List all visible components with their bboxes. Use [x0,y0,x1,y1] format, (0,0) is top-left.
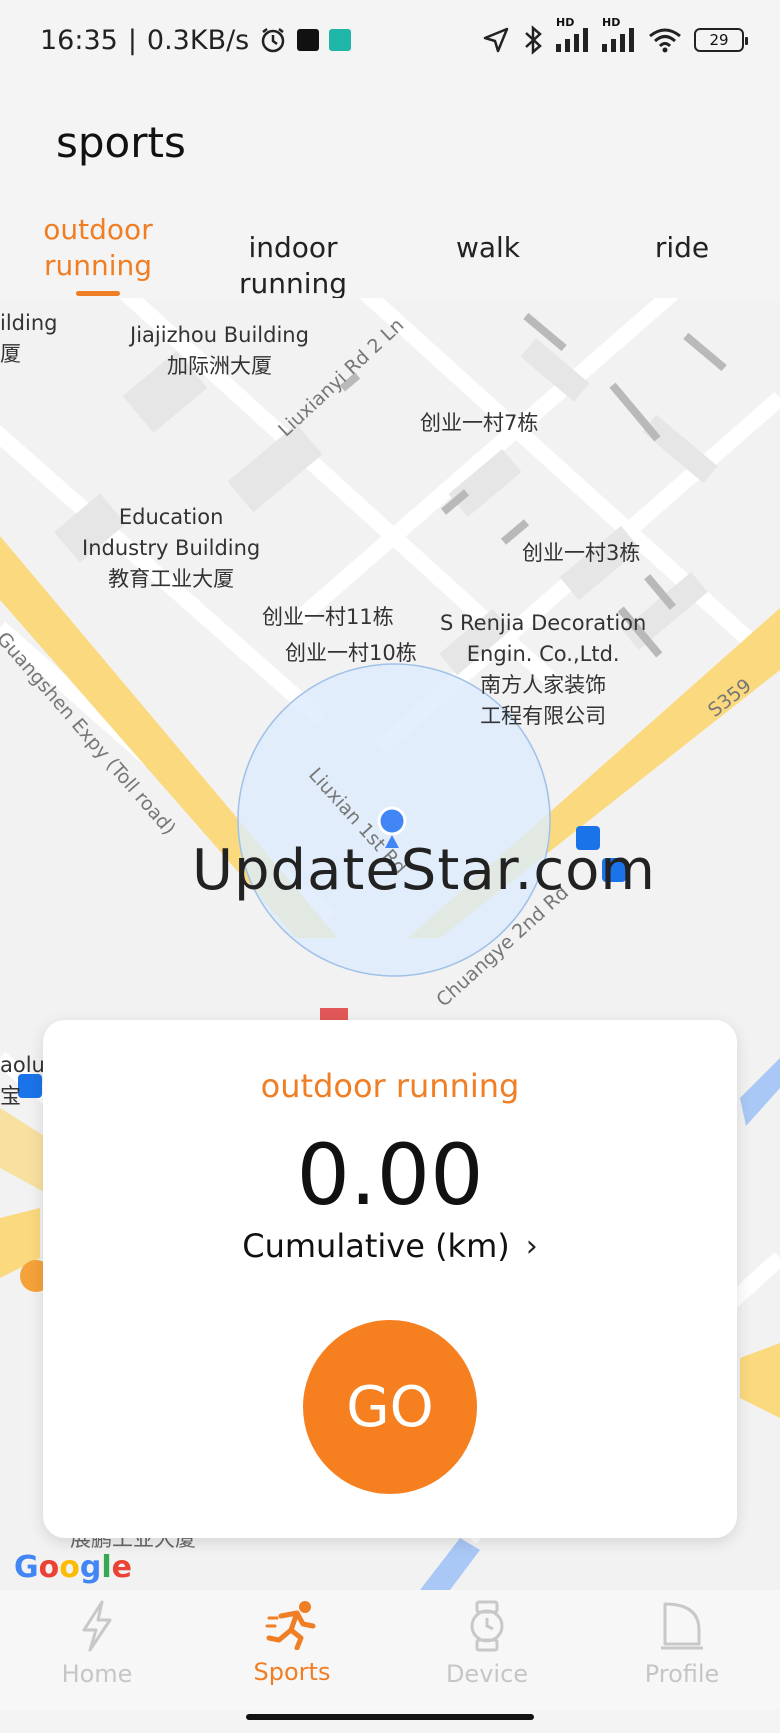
signal-icon [556,28,588,52]
status-bar: 16:35 | 0.3KB/s HD HD 29 [0,0,780,80]
alarm-icon [262,28,285,53]
map-label-building-left: ilding 厦 [0,311,58,366]
bluetooth-icon [525,25,542,55]
wifi-icon [649,28,681,53]
hd-badge-1: HD [556,16,575,29]
nav-label-home: Home [61,1660,133,1688]
cumulative-link[interactable]: Cumulative (km) › [43,1227,737,1265]
nav-label-sports: Sports [253,1658,331,1686]
status-divider: | [127,24,137,56]
status-left: 16:35 | 0.3KB/s [40,24,352,56]
page-title: sports [56,118,186,167]
app-notification-icon [297,29,320,51]
watermark-text: UpdateStar.com [192,838,656,903]
map-label-village-11: 创业一村11栋 [262,605,394,629]
sport-tabs: outdoor running indoor running walk ride [0,212,780,300]
nav-label-profile: Profile [644,1660,720,1688]
map-label-village-7: 创业一村7栋 [420,411,539,435]
google-letter-g: G [14,1550,39,1585]
nav-profile[interactable]: Profile [602,1600,762,1688]
google-letter-g2: g [79,1550,102,1585]
tab-label: walk [455,231,521,264]
chevron-right-icon: › [525,1228,538,1264]
tab-active-indicator [76,291,120,296]
map-label-village-10: 创业一村10栋 [285,641,417,665]
summary-card: outdoor running 0.00 Cumulative (km) › G… [43,1020,737,1538]
google-letter-o1: o [38,1550,60,1585]
signal-group-2: HD [602,16,636,52]
watch-icon [470,1600,504,1652]
card-sport-title: outdoor running [260,1067,520,1105]
runner-icon [265,1601,316,1650]
map-label-jiajizhou: Jiajizhou Building 加际洲大厦 [130,323,309,378]
status-time: 16:35 [40,24,118,56]
nav-label-device: Device [445,1660,529,1688]
tab-label: outdoor running [43,213,153,282]
google-letter-e: e [111,1550,133,1585]
map-label-education: Education Industry Building 教育工业大厦 [82,505,261,591]
go-button[interactable]: GO [303,1320,477,1494]
status-net-speed: 0.3KB/s [146,24,250,56]
status-right: HD HD 29 [482,16,748,55]
signal-group-1: HD [556,16,590,52]
google-letter-l: l [101,1550,112,1585]
tab-label: indoor running [238,231,348,300]
google-logo: Google [14,1550,132,1585]
play-store-notification-icon [329,29,352,51]
google-letter-o2: o [59,1550,80,1585]
battery-indicator: 29 [694,28,748,52]
tab-walk[interactable]: walk [448,230,528,266]
bottom-navigation: Home Sports Device Profile [0,1590,780,1710]
map-label-renjia: S Renjia Decoration Engin. Co.,Ltd. 南方人家… [440,611,647,728]
nav-device[interactable]: Device [407,1600,567,1688]
tab-indoor-running[interactable]: indoor running [190,230,396,302]
nav-home[interactable]: Home [17,1600,177,1688]
tab-outdoor-running[interactable]: outdoor running [42,212,154,284]
lightning-icon [82,1600,112,1652]
cumulative-label: Cumulative (km) [242,1227,510,1265]
tab-label: ride [654,231,710,264]
home-indicator[interactable] [246,1714,534,1720]
nav-sports[interactable]: Sports [212,1600,372,1686]
battery-level: 29 [709,31,729,49]
tab-ride[interactable]: ride [642,230,722,266]
signal-icon [602,28,634,52]
map-label-baolu: aolu 宝 [0,1053,45,1108]
map-label-village-3: 创业一村3栋 [522,541,641,565]
cumulative-distance-value: 0.00 [296,1126,484,1224]
hd-badge-2: HD [602,16,621,29]
location-arrow-icon [483,27,509,53]
profile-icon [661,1602,703,1650]
